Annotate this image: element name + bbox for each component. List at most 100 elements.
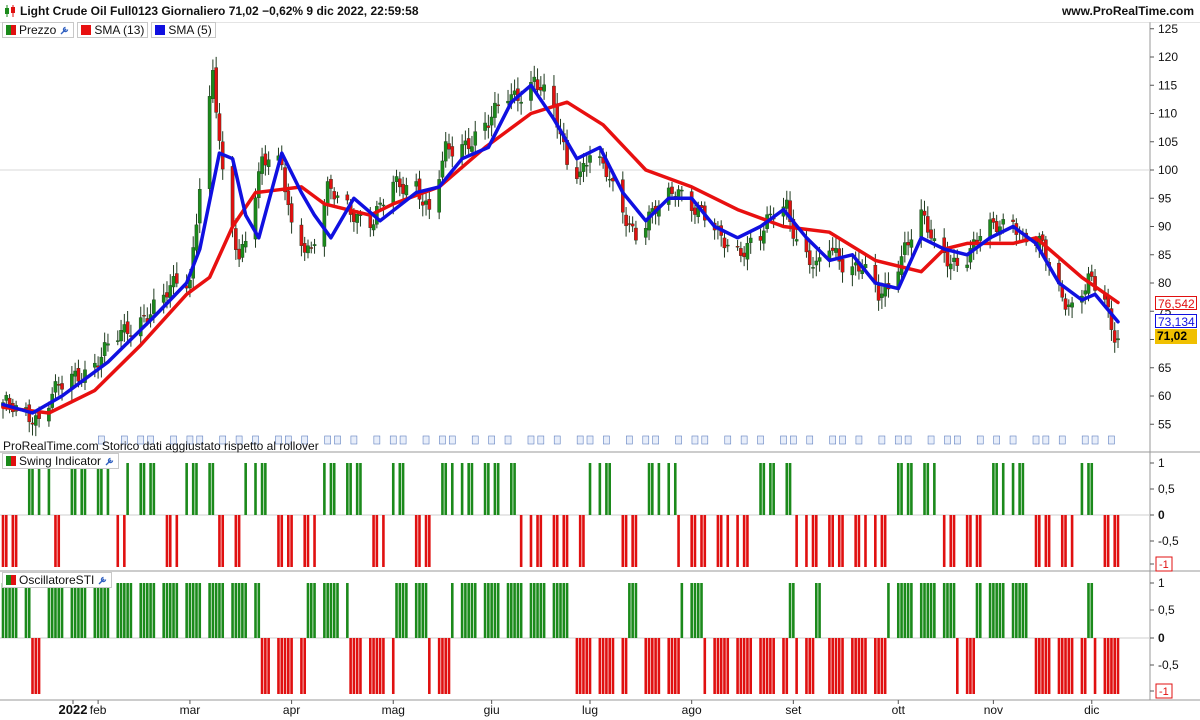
sti-bar <box>382 638 385 694</box>
swing-bar <box>372 515 375 567</box>
swing-bar <box>424 515 428 567</box>
legend-sma13[interactable]: SMA (13) <box>77 22 149 38</box>
swing-bar <box>332 463 336 515</box>
swing-bar <box>218 515 221 567</box>
swing-bar <box>693 515 697 567</box>
swing-bar <box>1044 515 1048 567</box>
swing-bar <box>359 463 362 515</box>
candle-body <box>627 223 632 225</box>
legend-sti[interactable]: OscillatoreSTI <box>2 572 113 588</box>
swing-bar <box>47 463 51 515</box>
candle-body <box>811 267 815 269</box>
x-tick-label: mag <box>382 703 405 717</box>
sti-bar <box>1103 638 1107 694</box>
sti-bar <box>428 638 431 694</box>
swing-bar <box>37 463 41 515</box>
wrench-icon[interactable] <box>59 25 70 36</box>
candle-body <box>1083 290 1088 295</box>
swing-bar <box>11 515 15 567</box>
candle-body <box>391 181 396 204</box>
candle-body <box>575 167 579 179</box>
candle-body <box>312 244 317 246</box>
candle-body <box>401 183 405 194</box>
candle-body <box>1067 304 1071 307</box>
candle-body <box>398 178 402 188</box>
candle-body <box>194 224 199 251</box>
swing-bar <box>651 463 654 515</box>
sti-bar <box>1037 638 1041 694</box>
swing-bar <box>634 515 638 567</box>
candle-body <box>309 247 314 249</box>
candle-body <box>125 321 130 334</box>
candle-body <box>470 146 474 152</box>
sti-bar <box>1093 638 1097 694</box>
event-marker-icon <box>399 435 407 445</box>
legend-sma5[interactable]: SMA (5) <box>151 22 216 38</box>
sti-bar <box>651 638 654 694</box>
swing-y-tick-label: 1 <box>1158 456 1165 470</box>
sti-bar <box>309 583 313 638</box>
candle-body <box>598 156 602 158</box>
sti-bar <box>323 583 326 638</box>
swing-bar <box>900 463 903 515</box>
swing-bar <box>969 515 972 567</box>
legend-price[interactable]: Prezzo <box>2 22 75 38</box>
site-link[interactable]: www.ProRealTime.com <box>1062 4 1194 18</box>
sti-bar <box>896 583 900 638</box>
sti-bar <box>126 583 129 638</box>
sti-bar <box>11 583 15 638</box>
sti-bar <box>60 583 64 638</box>
wrench-icon[interactable] <box>104 456 115 467</box>
event-marker-icon <box>976 435 984 445</box>
swing-bar <box>346 463 349 515</box>
swing-bar <box>814 515 818 567</box>
candle-body <box>447 143 451 150</box>
swing-bar <box>805 515 808 567</box>
sti-bar <box>467 583 470 638</box>
candle-body <box>289 203 294 223</box>
sti-bar <box>1018 583 1021 638</box>
candle-body <box>630 223 635 227</box>
sti-bar <box>703 638 707 694</box>
swing-bar <box>123 515 126 567</box>
swing-bar <box>864 515 867 567</box>
swing-bar <box>896 463 900 515</box>
sti-bar <box>831 638 834 694</box>
sti-bar <box>260 638 264 694</box>
legend-swing[interactable]: Swing Indicator <box>2 453 120 469</box>
swing-bar <box>254 463 257 515</box>
candle-body <box>735 246 740 248</box>
swing-bar <box>965 515 969 567</box>
swing-bar <box>1034 515 1038 567</box>
candle-body <box>903 242 907 255</box>
sti-bar <box>1106 638 1110 694</box>
swing-bar <box>1064 515 1067 567</box>
legend-swing-label: Swing Indicator <box>19 454 102 468</box>
sti-bar <box>218 583 221 638</box>
candle-body <box>1089 271 1094 277</box>
swing-bar <box>398 463 402 515</box>
swing-bar <box>926 463 930 515</box>
candle-body <box>73 370 77 377</box>
wrench-icon[interactable] <box>97 575 108 586</box>
event-marker-icon <box>740 435 748 445</box>
candle-body <box>33 415 38 426</box>
sti-bar <box>670 638 674 694</box>
swing-bar <box>995 463 998 515</box>
sti-bar <box>992 583 995 638</box>
event-marker-icon <box>944 435 951 445</box>
sti-bar <box>946 583 949 638</box>
sti-bar <box>808 638 812 694</box>
swing-bar <box>96 463 100 515</box>
sti-bar <box>300 638 303 694</box>
sti-bar <box>575 638 579 694</box>
candle-body <box>578 171 582 177</box>
candle-body <box>332 191 337 200</box>
candle-body <box>876 285 881 301</box>
x-tick-label: feb <box>90 703 107 717</box>
sti-bar <box>536 583 539 638</box>
swing-bar <box>769 463 772 515</box>
event-marker-icon <box>1108 435 1115 445</box>
sti-bar <box>814 583 818 638</box>
sti-bar <box>1015 583 1018 638</box>
